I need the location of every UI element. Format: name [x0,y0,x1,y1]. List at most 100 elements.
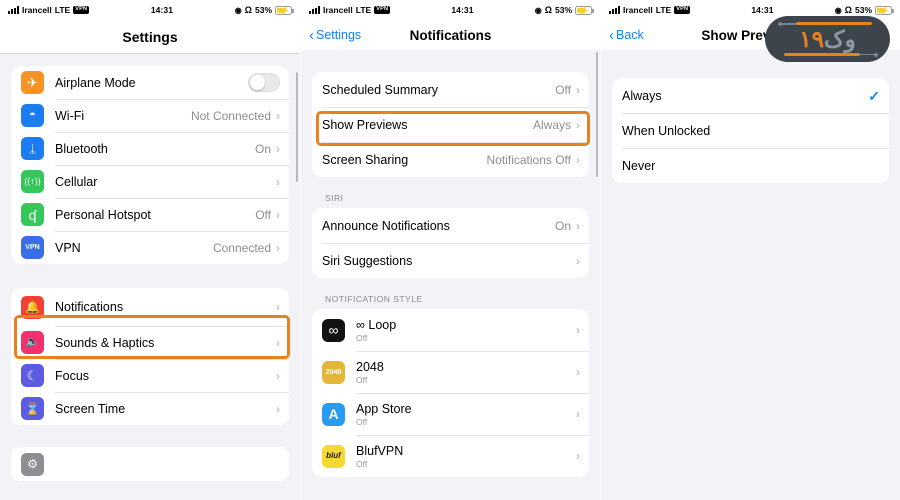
screen-time-icon: ⌛ [21,397,44,420]
app-text-block: ∞ Loop Off [356,318,576,343]
settings-group-connectivity: ✈ Airplane Mode ◓ Wi-Fi Not Connected › … [11,66,289,264]
section-header-notification-style: NOTIFICATION STYLE [325,294,423,304]
notifications-group-options: Scheduled Summary Off › Show Previews Al… [312,72,589,177]
row-label: Airplane Mode [55,75,136,90]
watermark-dot-right [873,52,878,57]
page-title: Settings [122,29,178,45]
row-label: Siri Suggestions [322,253,413,268]
back-button-settings[interactable]: ‹ Settings [309,28,361,43]
airplane-icon: ✈ [21,71,44,94]
headphones-icon: Ω [544,5,552,15]
app-name: BlufVPN [356,443,404,458]
checkmark-icon: ✓ [868,87,880,104]
settings-row-notifications[interactable]: 🔔 Notifications › [11,288,289,326]
wifi-icon: ◓ [21,104,44,127]
notifications-row-announce[interactable]: Announce Notifications On › [312,208,589,243]
chevron-right-icon: › [576,82,580,97]
status-bar-right-1: ◉ Ω 53% ⚡ [234,5,294,15]
row-label: Announce Notifications [322,218,450,233]
settings-row-sounds-haptics[interactable]: 🔈 Sounds & Haptics › [11,326,289,359]
app-status: Off [356,458,368,469]
chevron-right-icon: › [576,365,580,379]
show-previews-scroll-content[interactable]: Always ✓ When Unlocked Never [601,78,900,500]
settings-row-wifi[interactable]: ◓ Wi-Fi Not Connected › [11,99,289,132]
app-store-icon: A [322,402,345,426]
notifications-row-show-previews[interactable]: Show Previews Always › [312,107,589,142]
status-bar-left-3: Irancell LTE VPN [609,5,691,15]
navbar-settings: Settings [0,20,300,54]
network-type-label: LTE [355,5,372,15]
status-bar-1: Irancell LTE VPN 14:31 ◉ Ω 53% ⚡ [0,0,300,20]
row-label: Notifications [55,300,124,314]
app-row-loop[interactable]: ∞ ∞ Loop Off › [312,309,589,351]
row-label: Focus [55,368,90,383]
option-row-when-unlocked[interactable]: When Unlocked [612,113,889,148]
notifications-scroll-content[interactable]: Scheduled Summary Off › Show Previews Al… [301,72,600,500]
chevron-left-icon: ‹ [609,26,614,44]
row-label: Wi-Fi [55,108,85,123]
row-value: On [554,218,571,233]
settings-row-cellular[interactable]: ((↑)) Cellular › [11,165,289,198]
signal-bars-icon [8,6,19,14]
carrier-label: Irancell [623,5,653,15]
navbar-notifications: ‹ Settings Notifications [301,20,600,50]
settings-row-airplane-mode[interactable]: ✈ Airplane Mode [11,66,289,99]
settings-scroll-content[interactable]: ✈ Airplane Mode ◓ Wi-Fi Not Connected › … [0,66,300,500]
app-row-app-store[interactable]: A App Store Off › [312,393,589,435]
notifications-group-siri: Announce Notifications On › Siri Suggest… [312,208,589,278]
settings-row-focus[interactable]: ☾ Focus › [11,359,289,392]
option-label: Always [622,88,662,103]
row-label: Screen Sharing [322,152,409,167]
row-label: Scheduled Summary [322,82,439,97]
row-label: Personal Hotspot [55,207,151,222]
notifications-row-siri-suggestions[interactable]: Siri Suggestions › [312,243,589,278]
status-bar-left-2: Irancell LTE VPN [309,5,391,15]
battery-percent-label: 53% [854,5,872,15]
status-bar-clock: 14:31 [150,5,174,15]
row-value: Off [255,207,271,222]
vpn-status-badge: VPN [73,6,90,14]
three-phone-screenshots: Irancell LTE VPN 14:31 ◉ Ω 53% ⚡ Setting… [0,0,900,500]
status-bar-clock: 14:31 [751,5,774,15]
signal-bars-icon [309,6,320,14]
uk19-watermark-logo: وک۱۹ [765,16,890,62]
notifications-row-screen-sharing[interactable]: Screen Sharing Notifications Off › [312,142,589,177]
settings-row-personal-hotspot[interactable]: ʠ Personal Hotspot Off › [11,198,289,231]
vpn-icon: VPN [21,236,44,259]
option-row-never[interactable]: Never [612,148,889,183]
watermark-bar-bottom [783,53,860,56]
chevron-right-icon: › [276,108,280,123]
option-label: Never [622,158,656,173]
scrollbar-panel1[interactable] [295,72,298,182]
carrier-label: Irancell [323,5,353,15]
settings-group-notifications: 🔔 Notifications › 🔈 Sounds & Haptics › ☾… [11,288,289,425]
cellular-icon: ((↑)) [21,170,44,193]
app-name: ∞ Loop [356,317,397,332]
app-status: Off [356,416,368,427]
row-value: Connected [212,240,271,255]
notifications-row-scheduled-summary[interactable]: Scheduled Summary Off › [312,72,589,107]
scrollbar-panel2[interactable] [595,52,598,177]
app-row-blufvpn[interactable]: bluf BlufVPN Off › [312,435,589,477]
airplane-mode-toggle[interactable] [248,73,280,92]
chevron-right-icon: › [276,335,280,350]
app-row-2048[interactable]: 2048 2048 Off › [312,351,589,393]
settings-row-screen-time[interactable]: ⌛ Screen Time › [11,392,289,425]
navbar-divider [0,53,300,54]
settings-row-vpn[interactable]: VPN VPN Connected › [11,231,289,264]
2048-app-icon: 2048 [322,360,345,384]
settings-row-bluetooth[interactable]: ᛦ Bluetooth On › [11,132,289,165]
bluetooth-icon: ᛦ [21,137,44,160]
watermark-text-part2: ۱۹ [799,26,825,52]
chevron-right-icon: › [276,368,280,383]
app-status: Off [356,332,368,343]
section-header-siri: SIRI [325,193,344,203]
notifications-bell-icon: 🔔 [21,295,44,319]
option-row-always[interactable]: Always ✓ [612,78,889,113]
location-icon: ◉ [234,5,242,15]
row-label: Show Previews [322,117,408,132]
back-button[interactable]: ‹ Back [609,28,644,43]
row-value: Not Connected [190,108,271,123]
settings-row-general[interactable]: ⚙ [11,447,289,481]
chevron-right-icon: › [276,174,280,189]
